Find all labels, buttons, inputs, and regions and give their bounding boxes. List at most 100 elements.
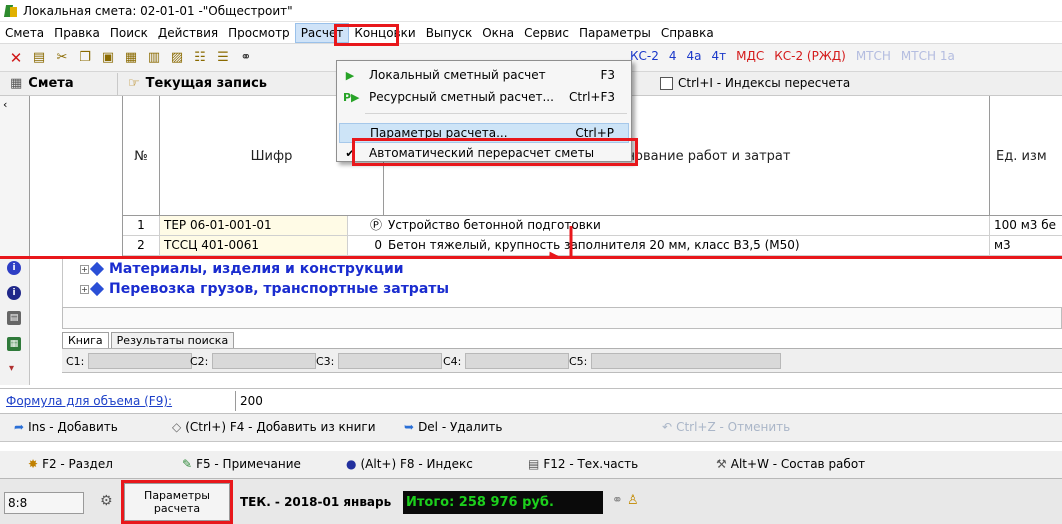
section-label: F2 - Раздел [42, 457, 113, 471]
highlight-params-button [121, 480, 233, 524]
info-blue-icon[interactable]: i [7, 261, 21, 275]
resource-play-icon: P▶ [343, 90, 360, 104]
techpart-button[interactable]: ▤ F12 - Тех.часть [528, 457, 638, 471]
printer-icon[interactable]: ▤ [29, 48, 49, 68]
link-icon[interactable]: ⚭ [612, 493, 623, 508]
menu-separator [365, 113, 627, 114]
works-button[interactable]: ⚒ Alt+W - Состав работ [716, 457, 865, 471]
note-label: F5 - Примечание [196, 457, 301, 471]
insert-row-icon[interactable]: ☷ [190, 48, 210, 68]
form-link-6[interactable]: МТСН [856, 49, 891, 63]
add-from-book-button[interactable]: ◇ (Ctrl+) F4 - Добавить из книги [172, 420, 376, 434]
copy-row-icon[interactable]: ▨ [167, 48, 187, 68]
works-label: Alt+W - Состав работ [730, 457, 866, 471]
formula-input[interactable]: 200 [235, 391, 1055, 411]
col-header-num[interactable]: № [123, 96, 160, 216]
c2-field[interactable]: C2: [190, 353, 317, 369]
add-row-icon: ➦ [14, 420, 25, 434]
cell-num: 2 [123, 236, 160, 255]
menu-3[interactable]: Действия [153, 23, 223, 43]
form-link-1[interactable]: 4 [669, 49, 677, 63]
tab-smeta[interactable]: ▦ Смета [0, 72, 118, 95]
clipboard-icon[interactable]: ▥ [144, 48, 164, 68]
indices-label: Ctrl+I - Индексы пересчета [678, 76, 851, 90]
paste-icon[interactable]: ▣ [98, 48, 118, 68]
form-link-4[interactable]: МДС [736, 49, 764, 63]
c2-label: C2: [190, 354, 209, 368]
menu-9[interactable]: Сервис [519, 23, 574, 43]
c5-field[interactable]: C5: [569, 353, 782, 369]
c3-input[interactable] [338, 353, 443, 369]
tree-node[interactable]: + Материалы, изделия и конструкции [80, 261, 404, 277]
menu-7[interactable]: Выпуск [421, 23, 478, 43]
c5-input[interactable] [591, 353, 782, 369]
techpart-icon: ▤ [528, 457, 540, 471]
tab-book[interactable]: Книга [62, 332, 109, 348]
section-icon: ✸ [28, 457, 39, 471]
section-button[interactable]: ✸ F2 - Раздел [28, 457, 113, 471]
add-from-book-label: (Ctrl+) F4 - Добавить из книги [185, 420, 376, 434]
table-row[interactable]: 2 ТССЦ 401-0061 0 Бетон тяжелый, крупность … [123, 236, 1062, 256]
c1-input[interactable] [88, 353, 193, 369]
expand-plus-icon[interactable]: + [80, 264, 89, 274]
cut-icon[interactable]: ✂ [52, 48, 72, 68]
pages-icon[interactable]: ▤ [7, 311, 21, 325]
form-link-2[interactable]: 4а [687, 49, 702, 63]
index-label: (Alt+) F8 - Индекс [360, 457, 473, 471]
expand-plus-icon[interactable]: + [80, 284, 89, 294]
tab-current-record[interactable]: ☞ Текущая запись [118, 73, 277, 95]
insert-row-below-icon[interactable]: ☰ [213, 48, 233, 68]
delete-icon[interactable]: ✕ [6, 48, 26, 68]
window-title: Локальная смета: 02-01-01 -"Общестроит" [23, 3, 293, 18]
info-icon[interactable]: i [7, 286, 21, 300]
index-button[interactable]: ● (Alt+) F8 - Индекс [346, 457, 473, 471]
action-row-2: ✸ F2 - Раздел ✎ F5 - Примечание ● (Alt+) F8… [0, 451, 1062, 479]
menu-4[interactable]: Просмотр [223, 23, 295, 43]
highlight-menu-raschet [334, 24, 399, 46]
c4-input[interactable] [465, 353, 570, 369]
delete-row-button[interactable]: ➥ Del - Удалить [404, 420, 502, 434]
form-link-3[interactable]: 4т [712, 49, 727, 63]
binoculars-icon[interactable]: ⚭ [236, 48, 256, 68]
c1-field[interactable]: C1: [66, 353, 193, 369]
action-row-1: ➦ Ins - Добавить ◇ (Ctrl+) F4 - Добавить и… [0, 414, 1062, 442]
person-icon[interactable]: ♙ [627, 493, 639, 508]
diamond-icon [89, 261, 105, 277]
menu-0[interactable]: Смета [0, 23, 49, 43]
gear-icon[interactable]: ⚙ [100, 493, 113, 509]
c2-input[interactable] [212, 353, 317, 369]
add-button[interactable]: ➦ Ins - Добавить [14, 420, 118, 434]
col-header-unit[interactable]: Ед. изм [990, 96, 1062, 216]
menu-1[interactable]: Правка [49, 23, 105, 43]
menu-11[interactable]: Справка [656, 23, 719, 43]
form-link-7[interactable]: МТСН 1а [901, 49, 955, 63]
note-button[interactable]: ✎ F5 - Примечание [182, 457, 301, 471]
tab-search-results[interactable]: Результаты поиска [110, 332, 235, 348]
c4-field[interactable]: C4: [443, 353, 570, 369]
sheet-icon[interactable]: ▦ [7, 337, 21, 351]
menu-bar: Смета Правка Поиск Действия Просмотр Расчет Ко… [0, 22, 1062, 44]
menu-item-local-calc[interactable]: ▶ Локальный сметный расчет F3 [339, 65, 629, 85]
form-link-5[interactable]: КС-2 (РЖД) [774, 49, 846, 63]
status-icons: ⚭ ♙ [612, 493, 639, 508]
form-link-0[interactable]: КС-2 [630, 49, 659, 63]
paste-special-icon[interactable]: ▦ [121, 48, 141, 68]
formula-link[interactable]: Формула для объема (F9): [6, 394, 172, 408]
menu-item-local-calc-shortcut: F3 [600, 68, 615, 82]
tree-node[interactable]: + Перевозка грузов, транспортные затраты [80, 281, 449, 297]
undo-button[interactable]: ↶ Ctrl+Z - Отменить [662, 420, 790, 434]
expand-down-icon[interactable]: ▾ [9, 363, 14, 374]
pointing-hand-icon: ☞ [128, 76, 140, 91]
menu-item-resource-calc[interactable]: P▶ Ресурсный сметный расчет... Ctrl+F3 [339, 87, 629, 107]
menu-8[interactable]: Окна [477, 23, 519, 43]
price-period[interactable]: ТЕК. - 2018-01 январь [236, 492, 395, 514]
table-row[interactable]: 1 ТЕР 06-01-001-01 Ⓟ Устройство бетонной по… [123, 216, 1062, 236]
menu-10[interactable]: Параметры [574, 23, 656, 43]
collapse-arrow-icon[interactable]: ‹ [3, 98, 7, 111]
c3-field[interactable]: C3: [316, 353, 443, 369]
copy-icon[interactable]: ❐ [75, 48, 95, 68]
indices-button[interactable]: Ctrl+I - Индексы пересчета [660, 76, 850, 90]
menu-2[interactable]: Поиск [105, 23, 153, 43]
c1-label: C1: [66, 354, 85, 368]
lower-left-toolbar: i i ▤ ▦ ▾ [0, 259, 30, 385]
